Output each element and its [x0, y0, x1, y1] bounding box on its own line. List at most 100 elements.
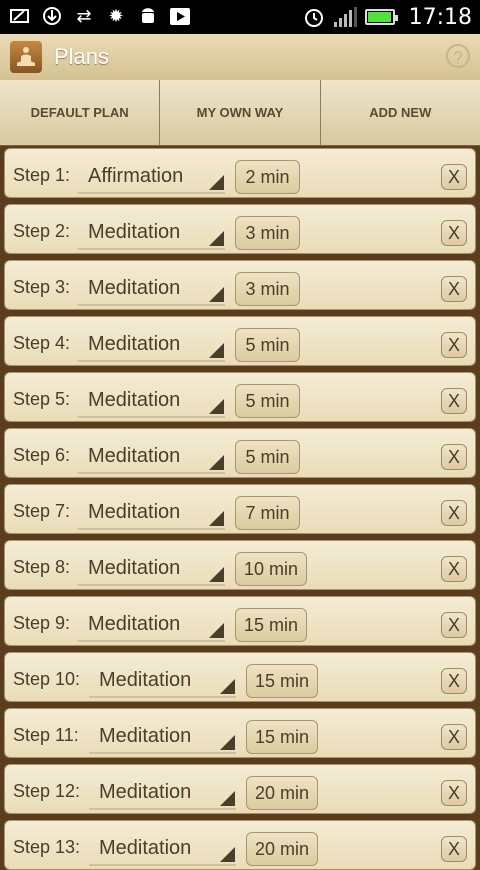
activity-dropdown[interactable]: Meditation — [89, 660, 236, 698]
step-label: Step 2: — [13, 221, 71, 241]
step-row: Step 10: Meditation 15 min X — [4, 652, 476, 702]
remove-step-button[interactable]: X — [441, 220, 467, 246]
duration-button[interactable]: 15 min — [235, 608, 307, 642]
activity-dropdown[interactable]: Meditation — [78, 604, 225, 642]
tab-default-plan[interactable]: DEFAULT PLAN — [0, 80, 161, 145]
activity-value: Meditation — [99, 781, 192, 803]
activity-value: Meditation — [99, 725, 192, 747]
remove-step-button[interactable]: X — [441, 276, 467, 302]
activity-dropdown[interactable]: Meditation — [78, 324, 225, 362]
remove-step-button[interactable]: X — [441, 668, 467, 694]
activity-dropdown[interactable]: Meditation — [78, 380, 225, 418]
step-label: Step 8: — [13, 557, 71, 577]
step-row: Step 1: Affirmation 2 min X — [4, 148, 476, 198]
activity-value: Meditation — [88, 501, 181, 523]
dropdown-corner-icon — [209, 455, 224, 470]
duration-button[interactable]: 20 min — [246, 832, 318, 866]
remove-step-button[interactable]: X — [441, 780, 467, 806]
step-row: Step 4: Meditation 5 min X — [4, 316, 476, 366]
page-title: Plans — [54, 44, 110, 69]
signal-icon — [333, 7, 357, 27]
activity-dropdown[interactable]: Meditation — [89, 828, 236, 866]
tab-my-own-way[interactable]: MY OWN WAY — [160, 80, 321, 145]
duration-button[interactable]: 10 min — [235, 552, 307, 586]
duration-button[interactable]: 5 min — [235, 440, 300, 474]
dropdown-corner-icon — [220, 679, 235, 694]
activity-dropdown[interactable]: Meditation — [78, 212, 225, 250]
step-row: Step 11: Meditation 15 min X — [4, 708, 476, 758]
download-icon — [40, 4, 64, 28]
duration-button[interactable]: 5 min — [235, 384, 300, 418]
activity-dropdown[interactable]: Affirmation — [78, 156, 225, 194]
duration-button[interactable]: 2 min — [235, 160, 300, 194]
step-row: Step 5: Meditation 5 min X — [4, 372, 476, 422]
activity-dropdown[interactable]: Meditation — [78, 492, 225, 530]
dropdown-corner-icon — [209, 511, 224, 526]
step-label: Step 9: — [13, 613, 71, 633]
remove-step-button[interactable]: X — [441, 836, 467, 862]
step-label: Step 7: — [13, 501, 71, 521]
remove-step-button[interactable]: X — [441, 164, 467, 190]
duration-button[interactable]: 15 min — [246, 720, 318, 754]
remove-step-button[interactable]: X — [441, 724, 467, 750]
tab-add-new[interactable]: ADD NEW — [321, 80, 480, 145]
activity-dropdown[interactable]: Meditation — [78, 436, 225, 474]
step-label: Step 1: — [13, 165, 71, 185]
duration-button[interactable]: 20 min — [246, 776, 318, 810]
activity-dropdown[interactable]: Meditation — [89, 716, 236, 754]
dropdown-corner-icon — [209, 175, 224, 190]
play-store-icon — [168, 4, 192, 28]
step-label: Step 5: — [13, 389, 71, 409]
dropdown-corner-icon — [209, 343, 224, 358]
activity-value: Meditation — [99, 837, 192, 859]
remove-step-button[interactable]: X — [441, 612, 467, 638]
remove-step-button[interactable]: X — [441, 332, 467, 358]
activity-value: Meditation — [88, 277, 181, 299]
alarm-icon — [302, 5, 326, 29]
activity-value: Meditation — [88, 389, 181, 411]
status-system-icons: 17:18 — [302, 0, 472, 34]
step-label: Step 13: — [13, 837, 81, 857]
remove-step-button[interactable]: X — [441, 444, 467, 470]
meditation-app-icon — [10, 41, 42, 73]
remove-step-button[interactable]: X — [441, 556, 467, 582]
activity-dropdown[interactable]: Meditation — [89, 772, 236, 810]
activity-value: Meditation — [88, 445, 181, 467]
step-row: Step 13: Meditation 20 min X — [4, 820, 476, 870]
dropdown-corner-icon — [209, 623, 224, 638]
screen-edit-icon — [8, 4, 32, 28]
remove-step-button[interactable]: X — [441, 500, 467, 526]
duration-button[interactable]: 15 min — [246, 664, 318, 698]
remove-step-button[interactable]: X — [441, 388, 467, 414]
activity-value: Meditation — [88, 613, 181, 635]
help-button[interactable]: ? — [446, 44, 470, 68]
status-bar: ⇄ ✹ 17:18 — [0, 0, 480, 34]
dropdown-corner-icon — [220, 735, 235, 750]
dropdown-corner-icon — [209, 567, 224, 582]
duration-button[interactable]: 5 min — [235, 328, 300, 362]
app-bar: Plans ? — [0, 34, 480, 81]
step-row: Step 8: Meditation 10 min X — [4, 540, 476, 590]
activity-value: Meditation — [88, 221, 181, 243]
step-row: Step 7: Meditation 7 min X — [4, 484, 476, 534]
activity-dropdown[interactable]: Meditation — [78, 268, 225, 306]
duration-button[interactable]: 3 min — [235, 216, 300, 250]
status-notification-icons: ⇄ ✹ — [8, 4, 192, 28]
dropdown-corner-icon — [209, 287, 224, 302]
android-icon — [136, 4, 160, 28]
activity-dropdown[interactable]: Meditation — [78, 548, 225, 586]
step-label: Step 4: — [13, 333, 71, 353]
activity-value: Meditation — [88, 333, 181, 355]
dropdown-corner-icon — [209, 399, 224, 414]
duration-button[interactable]: 3 min — [235, 272, 300, 306]
step-row: Step 9: Meditation 15 min X — [4, 596, 476, 646]
step-label: Step 12: — [13, 781, 81, 801]
dropdown-corner-icon — [220, 847, 235, 862]
step-row: Step 6: Meditation 5 min X — [4, 428, 476, 478]
battery-icon — [364, 9, 398, 25]
activity-value: Meditation — [88, 557, 181, 579]
step-row: Step 3: Meditation 3 min X — [4, 260, 476, 310]
sync-icon: ⇄ — [76, 5, 92, 27]
duration-button[interactable]: 7 min — [235, 496, 300, 530]
plan-tabs: DEFAULT PLAN MY OWN WAY ADD NEW — [0, 80, 480, 146]
